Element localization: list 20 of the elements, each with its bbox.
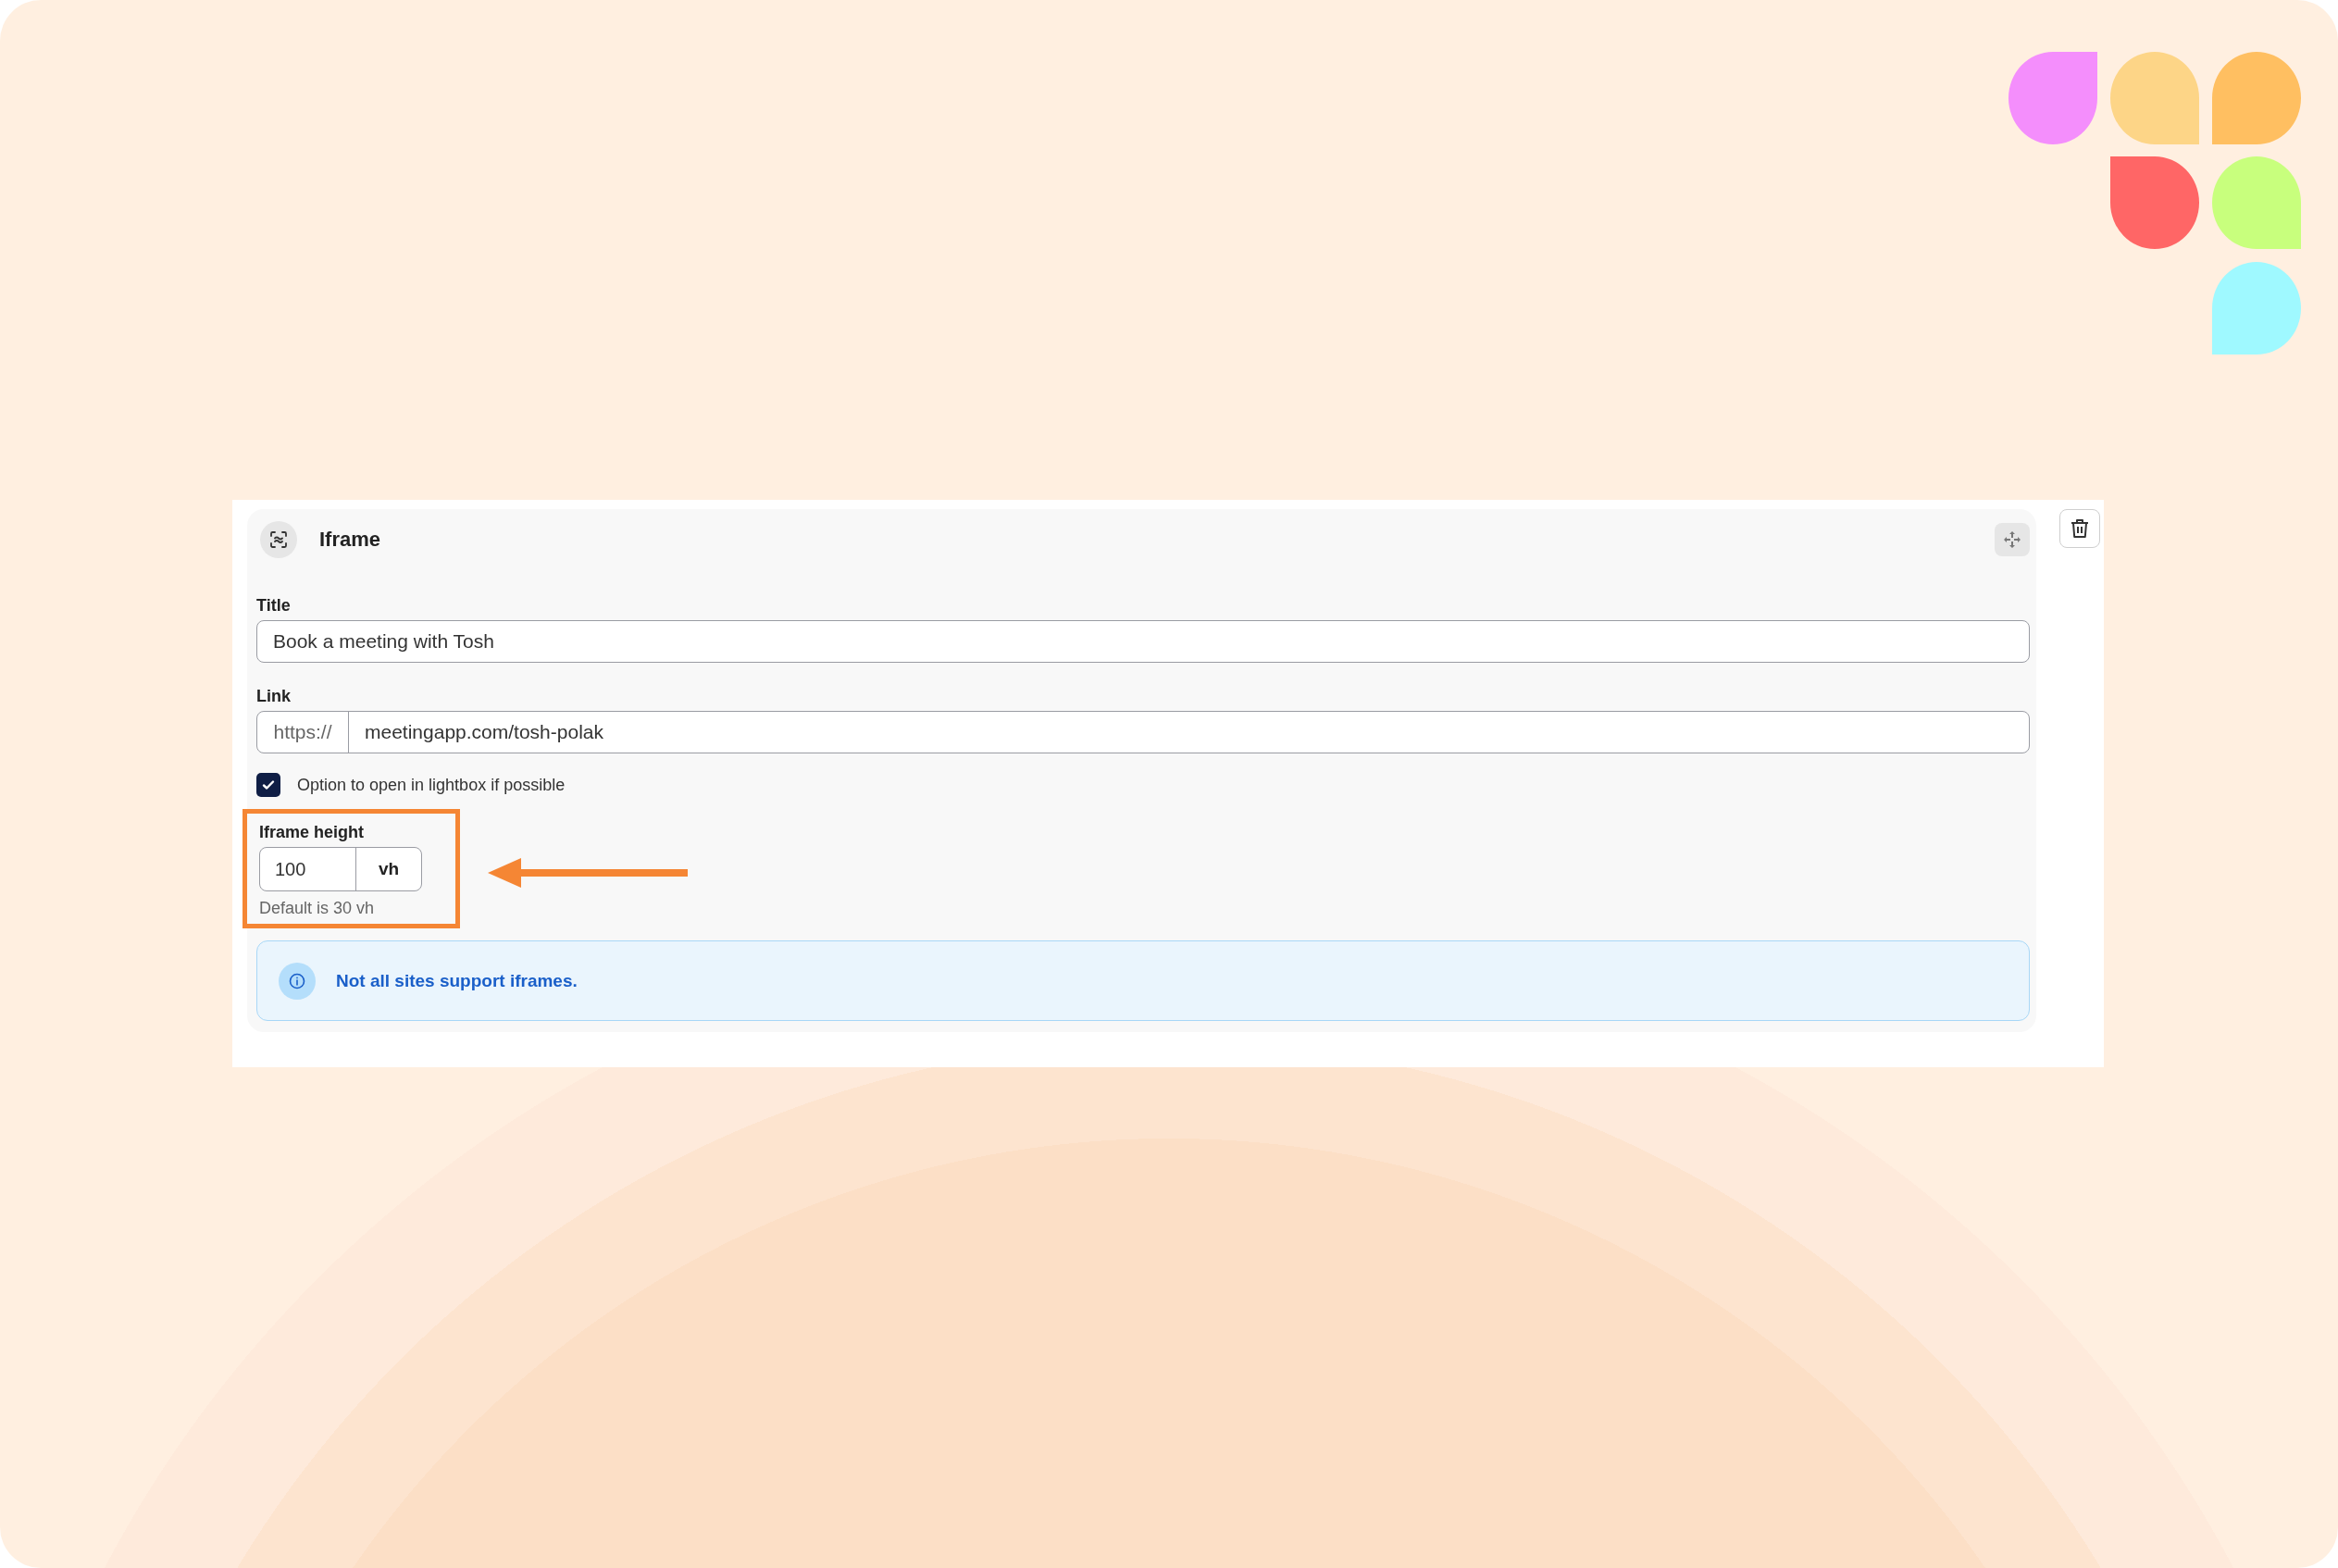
trash-icon [2070,517,2090,540]
height-field[interactable]: 100 vh [259,847,422,891]
info-icon [279,962,316,1000]
block-title: Iframe [319,528,382,552]
drag-handle[interactable] [1995,523,2030,556]
field-label: Iframe height [259,823,366,842]
unit-label: vh [377,858,401,880]
notice-text: Not all sites support iframes. [336,970,578,991]
move-icon [2003,530,2021,549]
delete-button[interactable] [2059,509,2100,548]
check-icon [261,778,276,792]
url-prefix: https:// [257,712,349,753]
checkbox-label: Option to open in lightbox if possible [297,775,566,795]
field-hint: Default is 30 vh [259,899,376,918]
field-label: Link [256,687,292,706]
link-field[interactable]: https:// meetingapp.com/tosh-polak [256,711,2030,753]
field-label: Title [256,596,292,616]
iframe-embed-icon [260,521,297,558]
lightbox-checkbox[interactable] [256,773,280,797]
title-field[interactable]: Book a meeting with Tosh [256,620,2030,663]
